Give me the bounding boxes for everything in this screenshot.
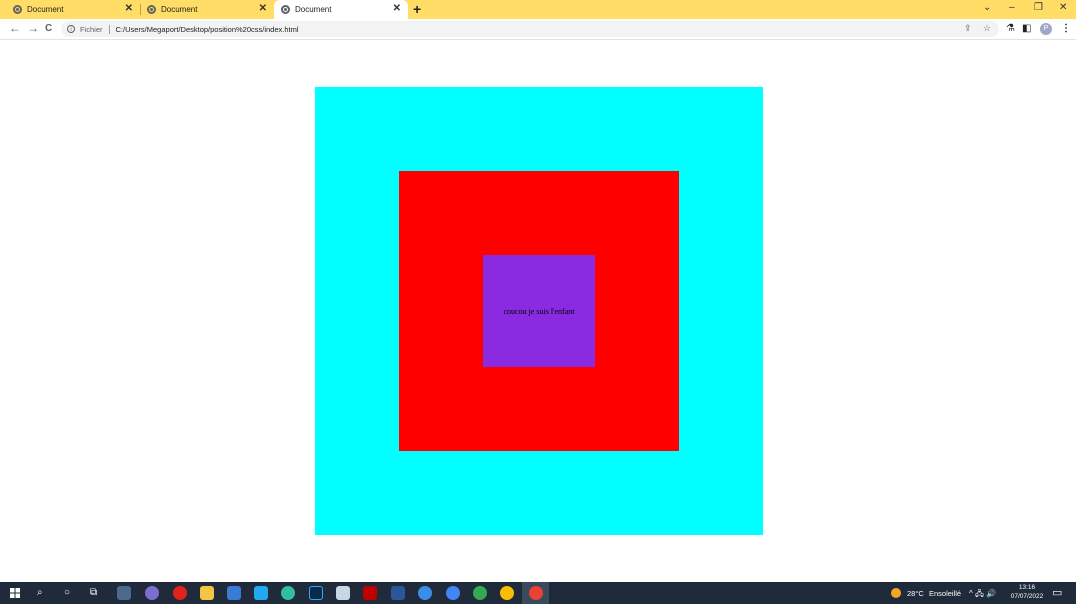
tab-title: Document [161,5,198,14]
tab-2[interactable]: Document ✕ [134,0,274,19]
weather-condition[interactable]: Ensoleillé [929,589,961,598]
site-info-icon[interactable]: i [67,25,75,33]
page-viewport: coucou je suis l'enfant [0,40,1076,582]
new-tab-button[interactable]: + [413,1,421,17]
photoshop-icon[interactable] [309,586,323,600]
notepad-icon[interactable] [336,586,350,600]
globe-icon [281,5,290,14]
close-window-button[interactable]: ✕ [1059,2,1067,13]
globe-icon [13,5,22,14]
search-icon[interactable]: ⌕ [37,587,43,599]
chrome-icon[interactable] [446,586,460,600]
windows-start-icon[interactable] [10,588,20,598]
profile-avatar[interactable]: P [1040,23,1052,35]
bookmark-star-icon[interactable]: ☆ [983,23,991,34]
back-button[interactable]: ← [9,21,21,36]
close-tab-icon[interactable]: ✕ [259,3,267,14]
tab-1[interactable]: Document ✕ [0,0,140,19]
middle-box: coucou je suis l'enfant [399,171,679,451]
address-divider [108,24,110,34]
app-icon[interactable] [418,586,432,600]
child-text: coucou je suis l'enfant [503,306,575,316]
clock-date: 07/07/2022 [1010,593,1044,600]
windows-taskbar: ⌕ ○ ⧉ 28°C Ensoleillé ^ 🖧 🔊 ▭ [0,582,1076,604]
minimize-button[interactable]: – [1009,2,1015,13]
close-tab-icon[interactable]: ✕ [393,3,401,14]
tab-title: Document [27,5,64,14]
taskbar-clock[interactable]: 13:16 07/07/2022 [1008,583,1046,601]
edge-icon[interactable] [281,586,295,600]
scheme-label: Fichier [80,24,103,34]
weather-sun-icon [891,588,901,598]
opera-icon[interactable] [173,586,187,600]
file-explorer-icon[interactable] [200,586,214,600]
tab-search-icon[interactable]: ⌄ [983,2,991,13]
photos-icon[interactable] [227,586,241,600]
child-box: coucou je suis l'enfant [483,255,595,367]
app-icon[interactable] [145,586,159,600]
reload-button[interactable]: C [45,21,52,36]
app-icon[interactable] [117,586,131,600]
chrome-icon[interactable] [500,586,514,600]
menu-icon[interactable]: ⋮ [1061,23,1071,35]
parent-box: coucou je suis l'enfant [315,87,763,535]
cortana-icon[interactable]: ○ [64,587,70,599]
extensions-icon[interactable]: ⚗ [1006,23,1015,35]
close-tab-icon[interactable]: ✕ [125,3,133,14]
notification-icon[interactable]: ▭ [1052,586,1062,599]
weather-temp[interactable]: 28°C [907,589,924,598]
url-text[interactable]: C:/Users/Megaport/Desktop/position%20css… [116,25,299,34]
tab-title: Document [295,5,332,14]
tab-strip: Document ✕ Document ✕ Document ✕ + ⌄ – ❐… [0,0,1076,19]
globe-icon [147,5,156,14]
tab-3-active[interactable]: Document ✕ [274,0,408,19]
system-tray-icons[interactable]: ^ 🖧 🔊 [969,588,996,602]
filezilla-icon[interactable] [363,586,377,600]
forward-button[interactable]: → [27,21,39,36]
task-view-icon[interactable]: ⧉ [90,587,97,599]
share-icon[interactable]: ⇪ [964,23,972,34]
chrome-icon[interactable] [529,586,543,600]
restore-button[interactable]: ❐ [1034,2,1043,13]
browser-toolbar: ← → C i Fichier C:/Users/Megaport/Deskto… [0,19,1076,40]
clock-time: 13:16 [1018,584,1036,591]
address-bar[interactable]: i Fichier C:/Users/Megaport/Desktop/posi… [61,21,999,37]
word-icon[interactable] [391,586,405,600]
chrome-icon[interactable] [473,586,487,600]
side-panel-icon[interactable]: ◧ [1022,23,1031,35]
vscode-icon[interactable] [254,586,268,600]
